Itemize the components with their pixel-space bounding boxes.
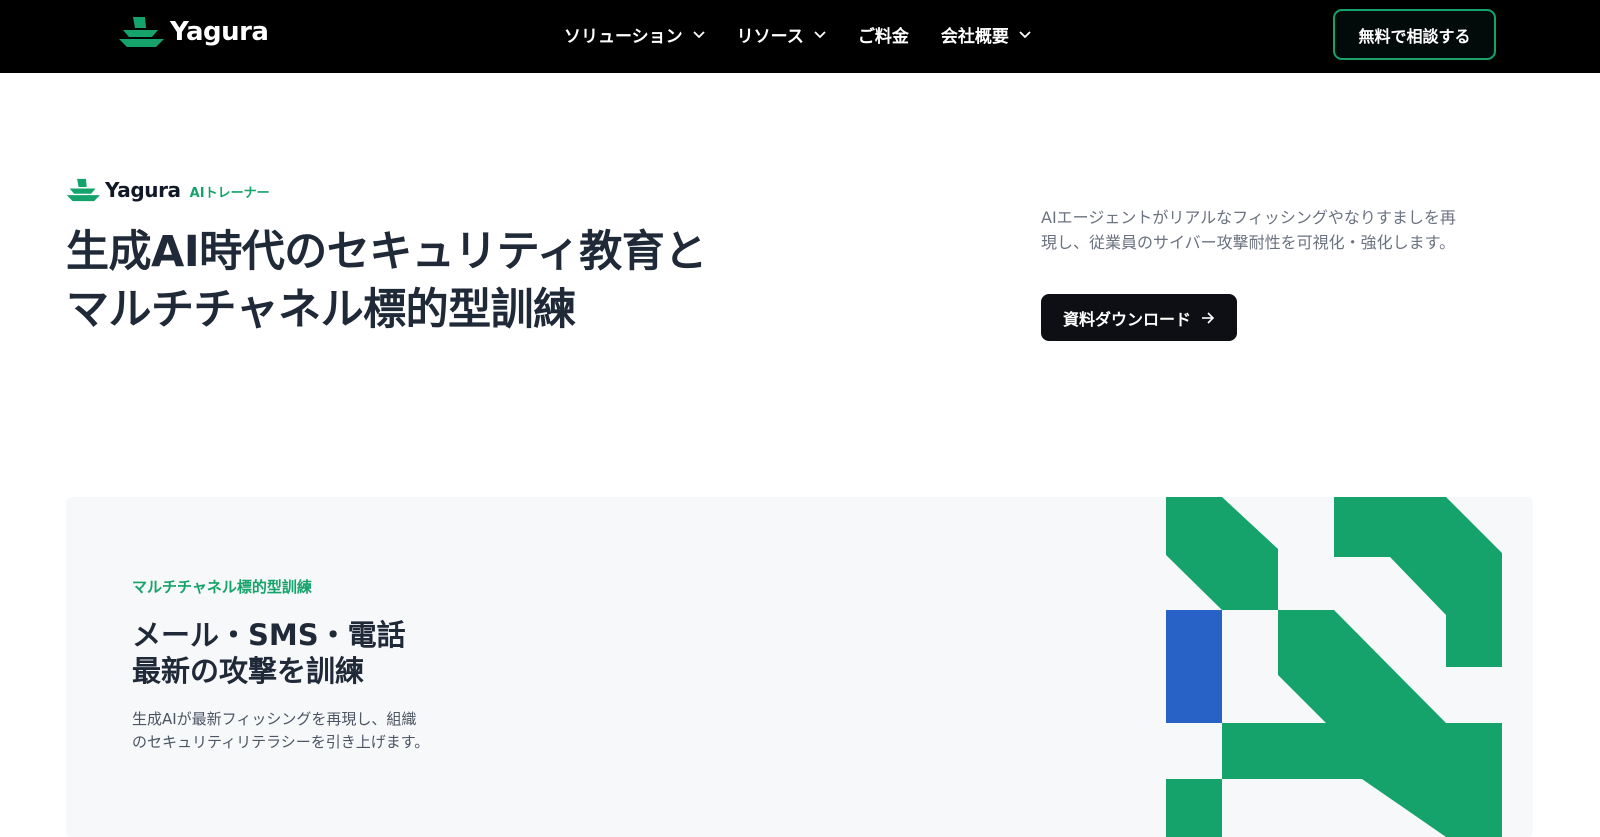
brand-logo-link[interactable]: Yagura <box>118 14 269 50</box>
nav-item-label: ご料金 <box>857 27 909 47</box>
yagura-logo-icon <box>119 17 164 47</box>
main-nav: ソリューション リソース ご料金 会社概要 <box>564 22 1063 47</box>
top-navigation-bar: Yagura ソリューション リソース ご料金 会社概要 無料で相談する <box>0 0 1600 73</box>
nav-item-label: 会社概要 <box>940 27 1009 47</box>
illustration-block <box>1166 497 1278 610</box>
brand-name: Yagura <box>170 17 269 47</box>
hero-description-line: 現し、従業員のサイバー攻撃耐性を可視化・強化します。 <box>1041 233 1456 252</box>
hero-description-line: AIエージェントがリアルなフィッシングやなりすましを再 <box>1041 208 1456 227</box>
nav-item-solutions[interactable]: ソリューション <box>564 22 705 47</box>
hero-title-line: 生成AI時代のセキュリティ教育と <box>66 227 707 277</box>
arrow-right-icon <box>1202 311 1215 324</box>
hero-title: 生成AI時代のセキュリティ教育と マルチチャネル標的型訓練 <box>66 223 766 339</box>
feature-eyebrow: マルチチャネル標的型訓練 <box>132 578 312 596</box>
feature-description-line: のセキュリティリテラシーを引き上げます。 <box>132 733 430 751</box>
chevron-down-icon <box>814 30 826 38</box>
product-logo: Yagura AIトレーナー <box>66 176 270 204</box>
free-consultation-button[interactable]: 無料で相談する <box>1333 9 1496 60</box>
illustration-block <box>1166 779 1222 837</box>
hero-description: AIエージェントがリアルなフィッシングやなりすましを再 現し、従業員のサイバー攻… <box>1041 205 1541 255</box>
nav-item-label: ソリューション <box>564 27 683 47</box>
feature-card: マルチチャネル標的型訓練 メール・SMS・電話 最新の攻撃を訓練 生成AIが最新… <box>66 497 1533 837</box>
chevron-down-icon <box>693 30 705 38</box>
geometric-illustration <box>1166 497 1502 837</box>
yagura-logo-icon <box>66 178 100 202</box>
illustration-block-blue <box>1166 610 1222 723</box>
nav-item-label: リソース <box>736 27 804 47</box>
product-logo-tag: AIトレーナー <box>189 186 270 201</box>
feature-title-line: 最新の攻撃を訓練 <box>132 654 365 688</box>
feature-title: メール・SMS・電話 最新の攻撃を訓練 <box>132 617 406 689</box>
nav-item-resources[interactable]: リソース <box>737 22 826 47</box>
chevron-down-icon <box>1019 30 1031 38</box>
feature-title-line: メール・SMS・電話 <box>132 618 406 652</box>
feature-description: 生成AIが最新フィッシングを再現し、組織 のセキュリティリテラシーを引き上げます… <box>132 708 429 754</box>
hero-title-line: マルチチャネル標的型訓練 <box>66 285 576 335</box>
nav-item-company[interactable]: 会社概要 <box>941 22 1031 47</box>
feature-description-line: 生成AIが最新フィッシングを再現し、組織 <box>132 710 417 728</box>
nav-item-pricing[interactable]: ご料金 <box>858 22 909 47</box>
product-logo-name: Yagura <box>105 178 181 202</box>
download-button-label: 資料ダウンロード <box>1062 309 1191 329</box>
download-materials-button[interactable]: 資料ダウンロード <box>1041 294 1237 341</box>
